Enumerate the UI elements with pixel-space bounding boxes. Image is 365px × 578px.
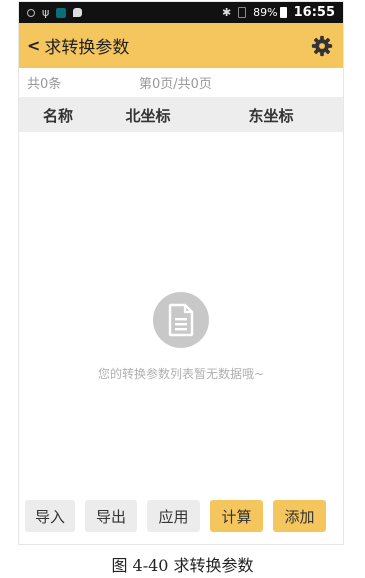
calculate-button[interactable]: 计算: [210, 500, 263, 532]
record-count: 共0条: [27, 77, 62, 92]
action-bar: 导入 导出 应用 计算 添加: [19, 498, 343, 534]
empty-state-badge: [153, 292, 209, 348]
phone-screen: ψ ✱ 89% 16:55 < 求转换参数 共0条 第0页/共0页 名称 北坐标…: [19, 2, 343, 544]
bluetooth-icon: ✱: [221, 6, 232, 19]
add-button[interactable]: 添加: [273, 500, 326, 532]
info-bar: 共0条 第0页/共0页: [19, 68, 343, 98]
empty-state-message: 您的转换参数列表暂无数据哦~: [97, 367, 265, 381]
back-button[interactable]: < 求转换参数: [27, 33, 129, 58]
empty-state: 您的转换参数列表暂无数据哦~: [19, 292, 343, 382]
usb-icon: ψ: [42, 6, 50, 19]
status-bar: ψ ✱ 89% 16:55: [19, 2, 343, 23]
battery-indicator: 89%: [253, 6, 287, 19]
export-button[interactable]: 导出: [85, 500, 137, 532]
app-icon: [56, 7, 67, 18]
chevron-left-icon: <: [27, 36, 41, 55]
page-title: 求转换参数: [44, 38, 130, 58]
document-icon: [168, 303, 194, 337]
status-time: 16:55: [293, 5, 335, 20]
target-icon: [27, 8, 35, 17]
import-button[interactable]: 导入: [25, 500, 75, 532]
column-header-north: 北坐标: [125, 106, 171, 125]
message-icon: [73, 8, 83, 17]
table-header: 名称 北坐标 东坐标: [19, 98, 343, 132]
gear-icon[interactable]: [311, 35, 333, 57]
battery-icon: [279, 7, 287, 18]
app-bar: < 求转换参数: [19, 23, 343, 68]
no-sim-icon: [238, 7, 247, 18]
apply-button[interactable]: 应用: [147, 500, 200, 532]
column-header-name: 名称: [42, 106, 73, 125]
column-header-east: 东坐标: [248, 106, 294, 125]
figure-caption: 图 4-40 求转换参数: [111, 556, 254, 575]
page-indicator: 第0页/共0页: [139, 77, 212, 92]
battery-percent: 89%: [253, 6, 278, 19]
